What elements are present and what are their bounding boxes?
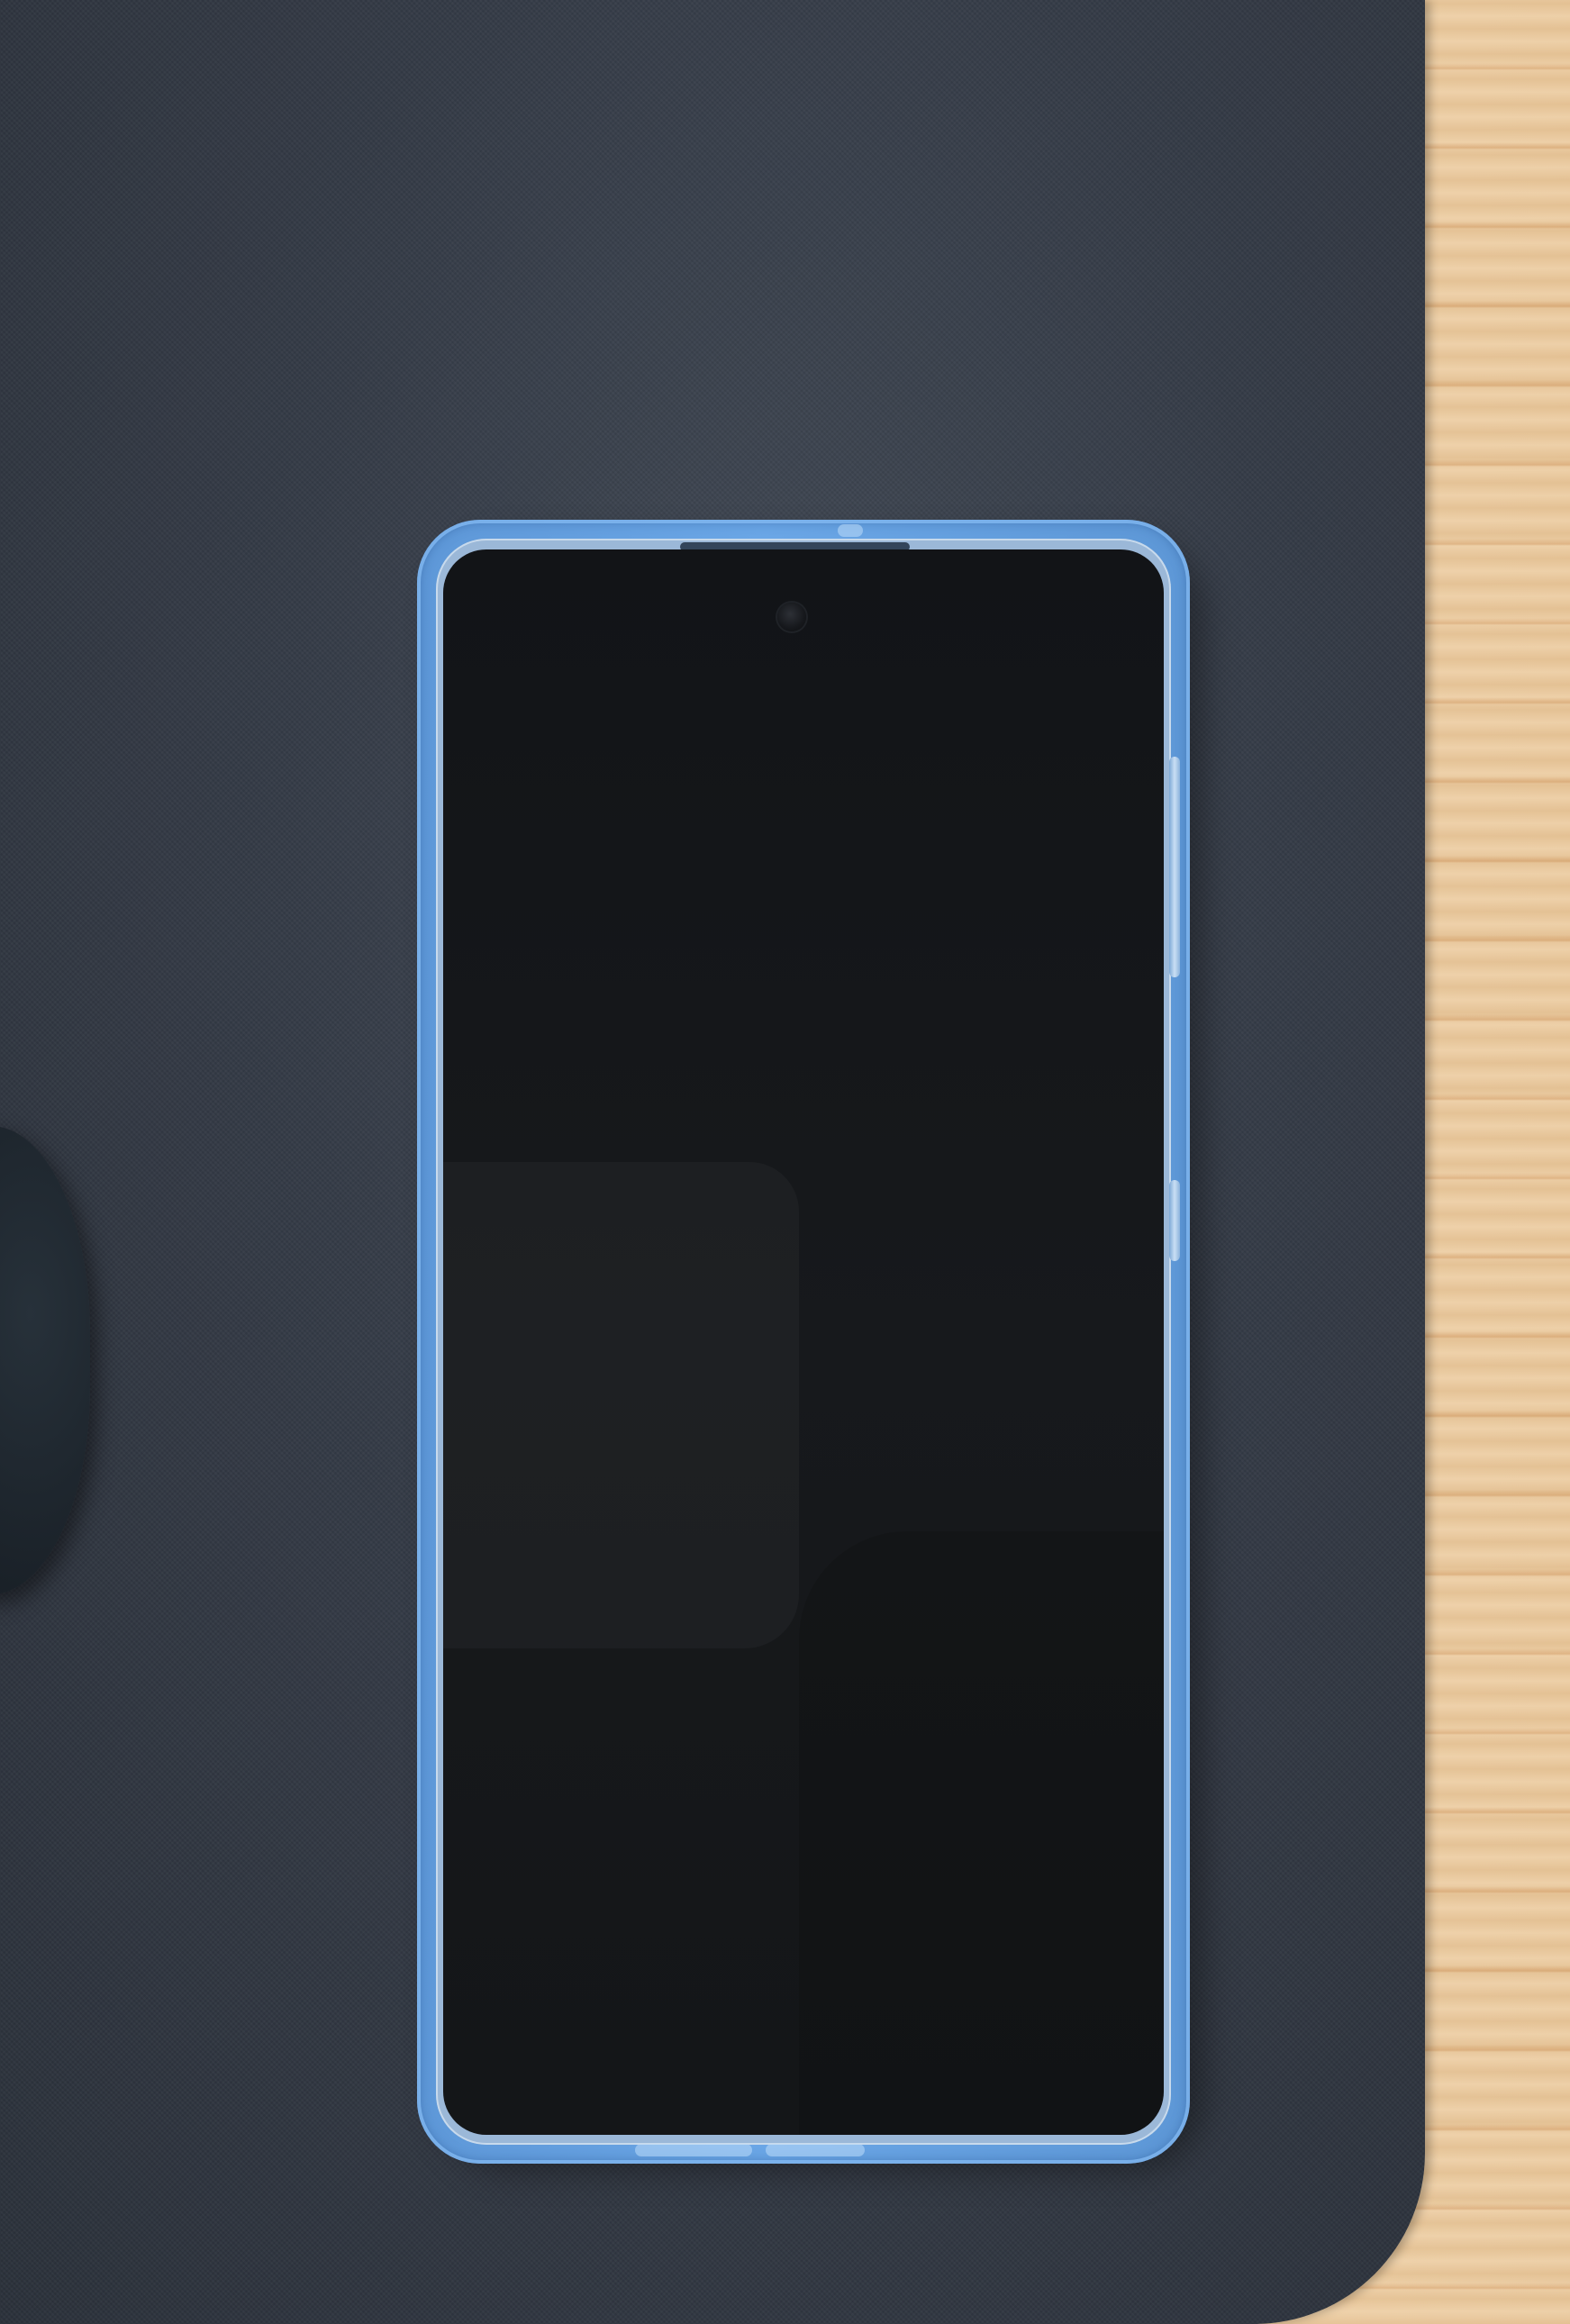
speaker-cutout <box>635 2144 752 2156</box>
front-camera-icon <box>777 603 806 631</box>
power-button <box>1169 1180 1180 1261</box>
phone-screen <box>443 549 1164 2135</box>
case-top-cutout <box>838 524 863 537</box>
photo-scene <box>0 0 1570 2324</box>
charging-port-cutout <box>766 2144 865 2156</box>
volume-button <box>1169 757 1180 977</box>
